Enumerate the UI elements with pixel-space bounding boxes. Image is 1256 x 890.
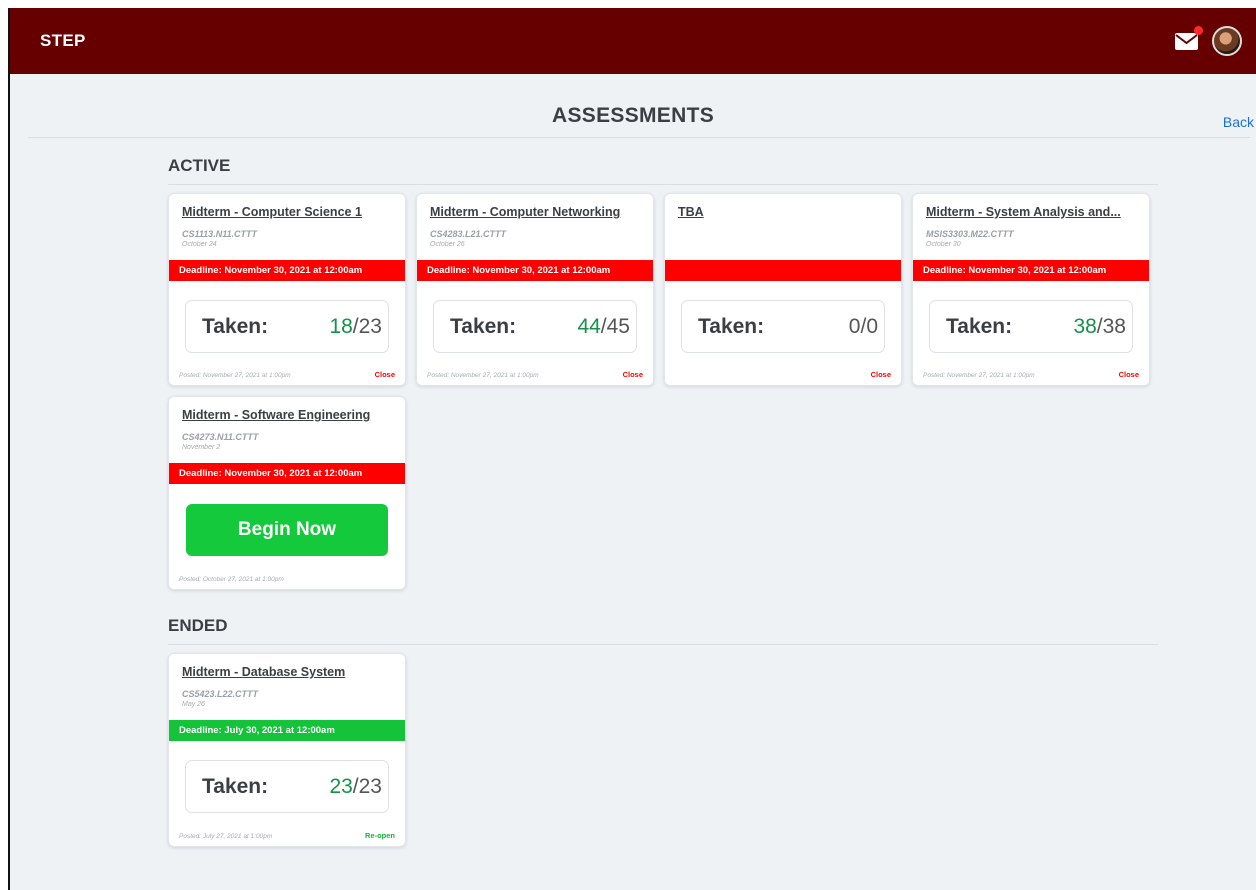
assessment-card: Midterm - Database System CS5423.L22.CTT… bbox=[168, 653, 406, 847]
card-date: October 26 bbox=[430, 241, 465, 248]
top-bar: STEP bbox=[10, 8, 1256, 74]
card-title[interactable]: Midterm - Database System bbox=[182, 665, 395, 679]
assessment-card: Midterm - System Analysis and... MSIS330… bbox=[912, 193, 1150, 386]
taken-box: Taken: 23/23 bbox=[185, 760, 389, 813]
taken-count: 23/23 bbox=[329, 775, 382, 799]
taken-total: /23 bbox=[352, 314, 382, 338]
course-code: CS4273.N11.CTTT bbox=[182, 432, 259, 442]
assessment-card: Midterm - Software Engineering CS4273.N1… bbox=[168, 396, 406, 590]
deadline-banner bbox=[665, 260, 901, 281]
course-code: CS1113.N11.CTTT bbox=[182, 229, 258, 239]
section-label-ended: ENDED bbox=[168, 616, 228, 635]
back-link[interactable]: Back bbox=[1223, 114, 1254, 130]
close-button[interactable]: Close bbox=[1119, 370, 1139, 379]
taken-label: Taken: bbox=[202, 774, 269, 798]
posted-date: Posted: July 27, 2021 at 1:00pm bbox=[179, 833, 273, 840]
taken-total: /45 bbox=[600, 314, 630, 338]
taken-count: 44/45 bbox=[577, 315, 630, 339]
deadline-banner: Deadline: November 30, 2021 at 12:00am bbox=[169, 260, 405, 281]
taken-count: 0/0 bbox=[849, 315, 878, 339]
taken-count: 18/23 bbox=[329, 315, 382, 339]
taken-box: Taken: 18/23 bbox=[185, 300, 389, 353]
taken-count: 38/38 bbox=[1073, 315, 1126, 339]
section-label-active: ACTIVE bbox=[168, 156, 231, 175]
taken-box: Taken: 0/0 bbox=[681, 300, 885, 353]
card-title[interactable]: Midterm - Computer Networking bbox=[430, 205, 643, 219]
envelope-icon[interactable] bbox=[1174, 26, 1203, 52]
deadline-banner: Deadline: November 30, 2021 at 12:00am bbox=[913, 260, 1149, 281]
card-date: May 26 bbox=[182, 701, 205, 708]
card-date: November 2 bbox=[182, 444, 221, 451]
card-title[interactable]: Midterm - System Analysis and... bbox=[926, 205, 1139, 219]
taken-number: 23 bbox=[329, 774, 353, 798]
begin-now-button[interactable]: Begin Now bbox=[186, 504, 388, 556]
brand-logo[interactable]: STEP bbox=[40, 31, 86, 51]
card-title[interactable]: TBA bbox=[678, 205, 891, 219]
course-code: CS4283.L21.CTTT bbox=[430, 229, 507, 239]
card-title[interactable]: Midterm - Software Engineering bbox=[182, 408, 395, 422]
avatar[interactable] bbox=[1212, 26, 1242, 56]
card-date: October 24 bbox=[182, 241, 217, 248]
taken-label: Taken: bbox=[450, 314, 517, 338]
taken-number: 18 bbox=[329, 314, 353, 338]
assessment-card: Midterm - Computer Science 1 CS1113.N11.… bbox=[168, 193, 406, 386]
course-code: MSIS3303.M22.CTTT bbox=[926, 229, 1014, 239]
close-button[interactable]: Close bbox=[871, 370, 891, 379]
posted-date: Posted: October 27, 2021 at 1:00pm bbox=[179, 576, 284, 583]
section-divider-active bbox=[168, 184, 1158, 185]
deadline-banner: Deadline: November 30, 2021 at 12:00am bbox=[417, 260, 653, 281]
close-button[interactable]: Close bbox=[375, 370, 395, 379]
top-icons bbox=[1174, 26, 1242, 56]
posted-date: Posted: November 27, 2021 at 1:00pm bbox=[179, 372, 291, 379]
deadline-banner: Deadline: July 30, 2021 at 12:00am bbox=[169, 720, 405, 741]
section-divider-ended bbox=[168, 644, 1158, 645]
page-title: ASSESSMENTS bbox=[552, 104, 714, 127]
card-title[interactable]: Midterm - Computer Science 1 bbox=[182, 205, 395, 219]
close-button[interactable]: Close bbox=[623, 370, 643, 379]
taken-number: 38 bbox=[1073, 314, 1097, 338]
taken-number: 44 bbox=[577, 314, 601, 338]
taken-label: Taken: bbox=[698, 314, 765, 338]
taken-number: 0 bbox=[848, 314, 861, 338]
taken-total: /0 bbox=[860, 314, 878, 338]
title-divider bbox=[28, 137, 1250, 138]
taken-label: Taken: bbox=[946, 314, 1013, 338]
taken-total: /38 bbox=[1096, 314, 1126, 338]
taken-total: /23 bbox=[352, 774, 382, 798]
assessment-card: Midterm - Computer Networking CS4283.L21… bbox=[416, 193, 654, 386]
card-date: October 30 bbox=[926, 241, 961, 248]
reopen-button[interactable]: Re-open bbox=[365, 831, 395, 840]
course-code: CS5423.L22.CTTT bbox=[182, 689, 259, 699]
posted-date: Posted: November 27, 2021 at 1:00pm bbox=[923, 372, 1035, 379]
taken-label: Taken: bbox=[202, 314, 269, 338]
notification-dot bbox=[1194, 26, 1203, 35]
app-frame: STEP ASSESSMENTS Back ACTIVE Midterm - C… bbox=[8, 8, 1256, 890]
deadline-banner: Deadline: November 30, 2021 at 12:00am bbox=[169, 463, 405, 484]
posted-date: Posted: November 27, 2021 at 1:00pm bbox=[427, 372, 539, 379]
taken-box: Taken: 38/38 bbox=[929, 300, 1133, 353]
assessment-card: TBA Taken: 0/0 Close bbox=[664, 193, 902, 386]
taken-box: Taken: 44/45 bbox=[433, 300, 637, 353]
